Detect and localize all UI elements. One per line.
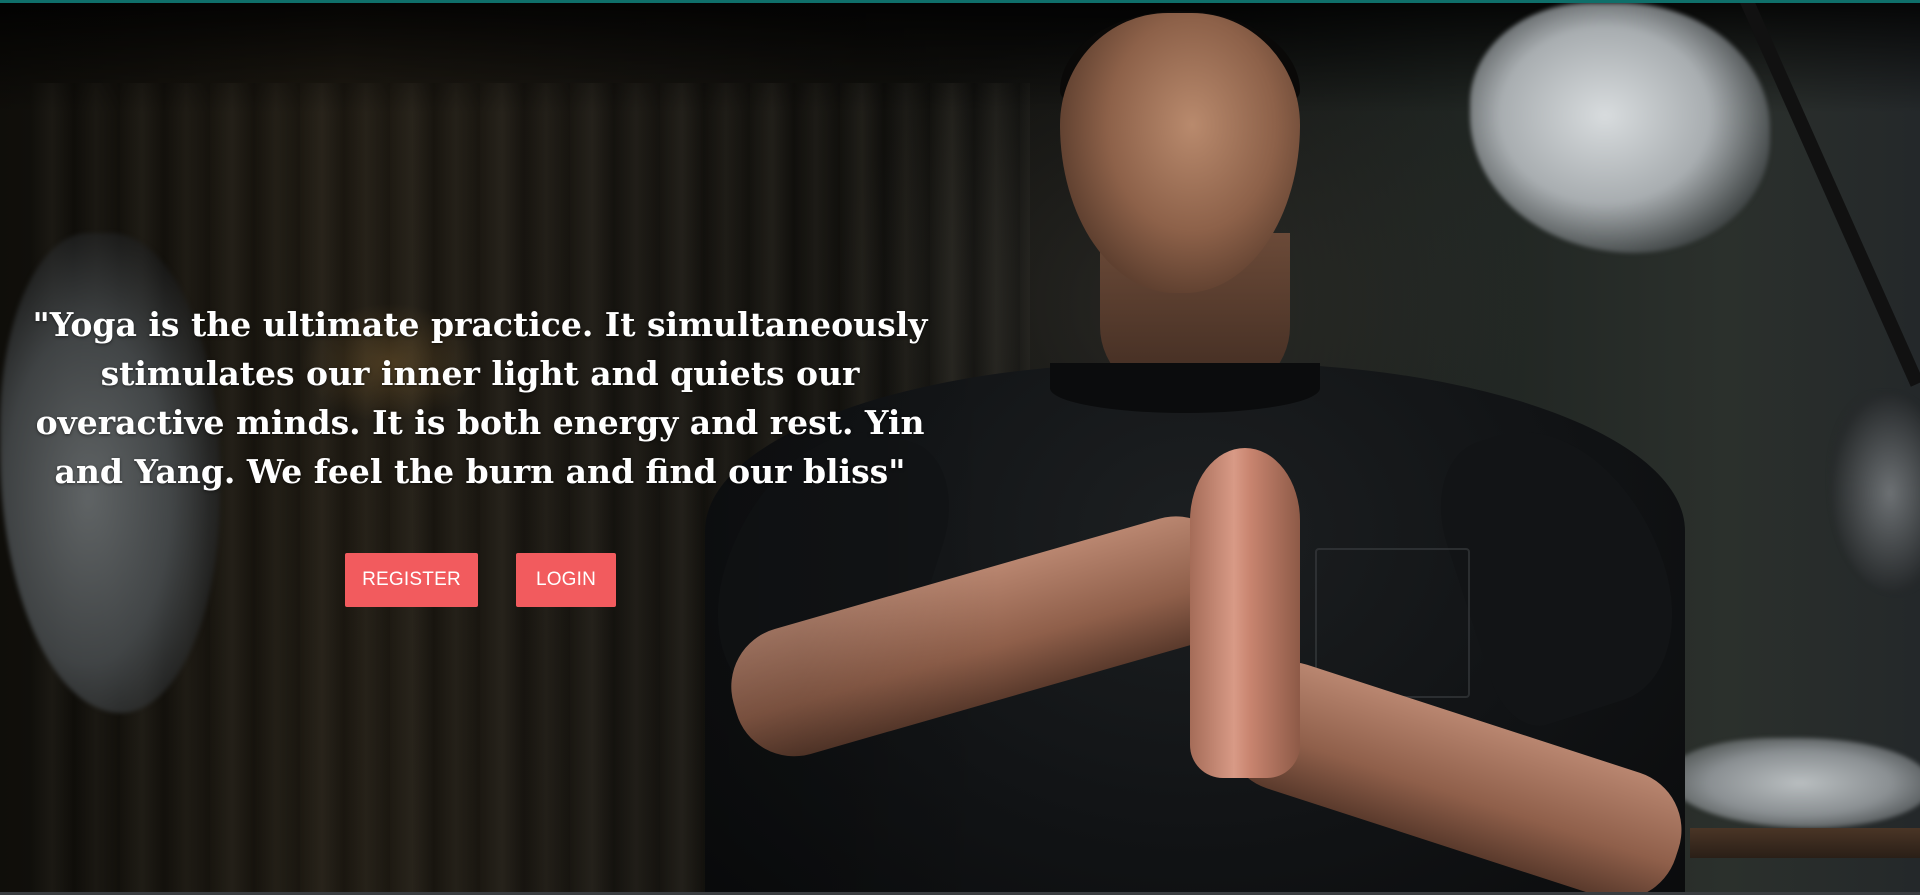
login-button[interactable]: LOGIN	[516, 553, 616, 607]
hero-actions: REGISTER LOGIN	[345, 553, 616, 607]
hero-section: "Yoga is the ultimate practice. It simul…	[0, 3, 1920, 892]
hero-quote: "Yoga is the ultimate practice. It simul…	[32, 305, 928, 491]
person-collar	[1050, 363, 1320, 413]
prayer-hands	[1190, 448, 1300, 778]
register-button[interactable]: REGISTER	[345, 553, 478, 607]
